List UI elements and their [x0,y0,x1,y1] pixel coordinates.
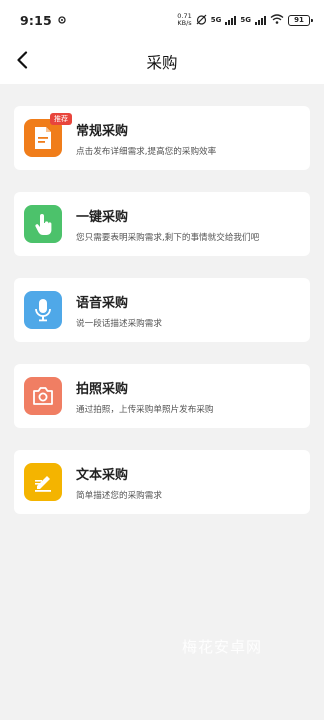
option-photo-purchase[interactable]: 拍照采购 通过拍照，上传采购单照片发布采购 [14,364,310,428]
wifi-icon [270,14,284,26]
back-arrow-icon [16,51,28,73]
notification-icon [58,13,66,27]
option-text-purchase[interactable]: 文本采购 简单描述您的采购需求 [14,450,310,514]
status-bar: 9:15 0.71 KB/s 5G 5G 91 [0,0,324,40]
option-title: 拍照采购 [76,381,129,397]
network-speed-unit: KB/s [177,19,192,27]
nav-bar: 采购 [0,40,324,84]
option-text: 拍照采购 通过拍照，上传采购单照片发布采购 [76,378,214,415]
back-button[interactable] [8,48,36,76]
microphone-icon [24,291,62,329]
status-right: 0.71 KB/s 5G 5G 91 [177,13,313,27]
document-icon: 推荐 [24,113,72,157]
option-voice-purchase[interactable]: 语音采购 说一段话描述采购需求 [14,278,310,342]
option-title: 语音采购 [76,295,129,311]
option-description: 说一段话描述采购需求 [76,318,162,329]
option-description: 您只需要表明采购需求,剩下的事情就交给我们吧 [76,232,260,243]
signal-bars-1-icon [225,15,237,25]
camera-icon [24,377,62,415]
battery-icon: 91 [288,14,313,26]
option-text: 常规采购 点击发布详细需求,提高您的采购效率 [76,120,216,157]
signal-type-1: 5G [210,16,222,24]
watermark: 梅花安卓网 [182,638,263,656]
option-title: 常规采购 [76,123,129,139]
option-description: 简单描述您的采购需求 [76,490,162,501]
option-text: 一键采购 您只需要表明采购需求,剩下的事情就交给我们吧 [76,206,259,243]
signal-type-2: 5G [240,16,251,24]
edit-text-icon [24,463,62,501]
option-title: 文本采购 [76,467,129,483]
network-speed: 0.71 KB/s [177,13,191,27]
alarm-icon [196,14,207,27]
option-title: 一键采购 [76,209,129,225]
page-title: 采购 [146,54,178,72]
status-left: 9:15 [20,13,66,28]
option-one-click-purchase[interactable]: 一键采购 您只需要表明采购需求,剩下的事情就交给我们吧 [14,192,310,256]
option-text: 语音采购 说一段话描述采购需求 [76,292,162,329]
option-regular-purchase[interactable]: 推荐 常规采购 点击发布详细需求,提高您的采购效率 [14,106,310,170]
option-description: 点击发布详细需求,提高您的采购效率 [76,146,217,157]
status-time: 9:15 [20,12,52,28]
option-description: 通过拍照，上传采购单照片发布采购 [76,404,214,415]
battery-level: 91 [294,16,304,24]
recommend-badge: 推荐 [50,113,72,125]
signal-bars-2-icon [255,15,266,25]
purchase-option-list: 推荐 常规采购 点击发布详细需求,提高您的采购效率 一键采购 您只需要表明采购需… [14,106,310,536]
option-text: 文本采购 简单描述您的采购需求 [76,464,162,501]
tap-finger-icon [24,205,62,243]
